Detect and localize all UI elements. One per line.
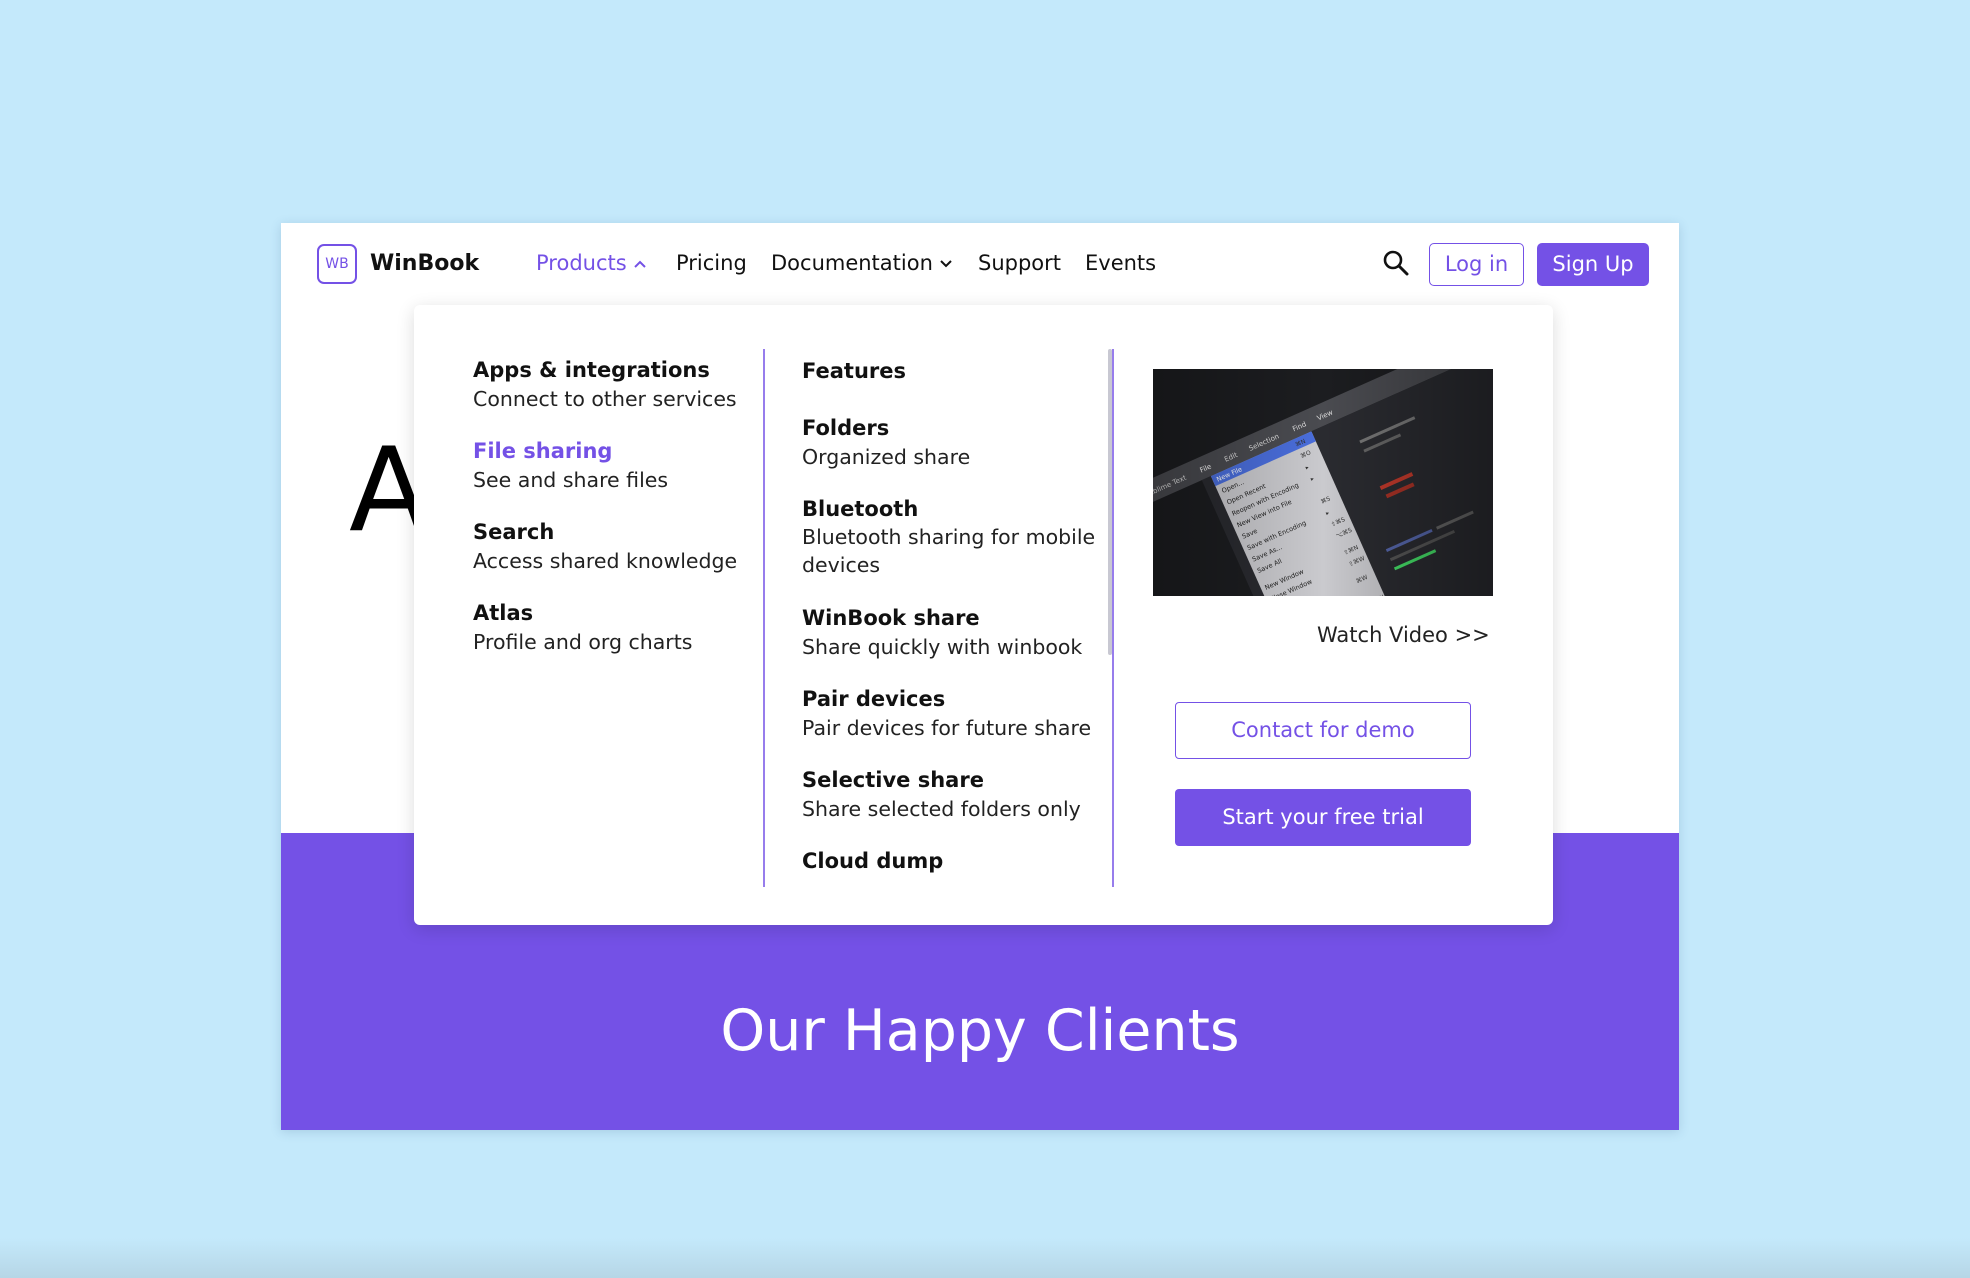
top-navigation: WB WinBook Products Pricing Documentatio… [281, 223, 1679, 306]
menu-item-description: Share quickly with winbook [802, 635, 1083, 660]
free-trial-button[interactable]: Start your free trial [1175, 789, 1471, 846]
nav-item-products[interactable]: Products [536, 251, 647, 275]
menu-item-description: Share selected folders only [802, 797, 1081, 822]
menu-item-file-sharing[interactable]: File sharing See and share files [473, 438, 668, 495]
menu-item-title: Search [473, 520, 555, 544]
nav-item-label: Products [536, 251, 627, 275]
clients-section-title: Our Happy Clients [720, 998, 1240, 1064]
logo-mark[interactable]: WB [317, 244, 357, 284]
menu-item-bluetooth[interactable]: Bluetooth Bluetooth sharing for mobile d… [802, 496, 1102, 580]
menu-item-description: Pair devices for future share [802, 716, 1092, 741]
menu-item-atlas[interactable]: Atlas Profile and org charts [473, 600, 692, 657]
nav-item-label: Documentation [771, 251, 933, 275]
menu-item-title: Pair devices [802, 687, 946, 711]
menu-item-apps-integrations[interactable]: Apps & integrations Connect to other ser… [473, 357, 737, 414]
menu-item-description: Profile and org charts [473, 630, 693, 655]
chevron-down-icon [940, 260, 952, 268]
menu-item-title: Folders [802, 416, 890, 440]
column-divider [1112, 349, 1114, 887]
features-column[interactable]: Features Folders Organized share Bluetoo… [802, 305, 1102, 887]
menu-item-title: File sharing [473, 439, 613, 463]
menu-item-selective-share[interactable]: Selective share Share selected folders o… [802, 767, 1081, 824]
search-icon[interactable] [1379, 246, 1413, 280]
nav-item-support[interactable]: Support [978, 251, 1061, 275]
menu-item-folders[interactable]: Folders Organized share [802, 415, 970, 472]
menu-item-title: Atlas [473, 601, 534, 625]
features-heading: Features [802, 359, 906, 383]
menu-item-pair-devices[interactable]: Pair devices Pair devices for future sha… [802, 686, 1091, 743]
menu-item-description: Connect to other services [473, 387, 737, 412]
menu-item-description: Bluetooth sharing for mobile devices [802, 525, 1096, 577]
code-editor-screenshot-image: Sublime TextFileEditSelectionFindView Ne… [1153, 369, 1493, 596]
video-thumbnail[interactable]: Sublime TextFileEditSelectionFindView Ne… [1153, 369, 1493, 596]
menu-item-winbook-share[interactable]: WinBook share Share quickly with winbook [802, 605, 1082, 662]
column-divider [763, 349, 765, 887]
login-button[interactable]: Log in [1429, 243, 1524, 286]
menu-item-title: Selective share [802, 768, 984, 792]
page-bottom-fade [0, 1238, 1970, 1278]
nav-item-documentation[interactable]: Documentation [771, 251, 953, 275]
contact-demo-button[interactable]: Contact for demo [1175, 702, 1471, 759]
nav-item-pricing[interactable]: Pricing [676, 251, 747, 275]
menu-item-title: Cloud dump [802, 849, 944, 873]
menu-item-title: Apps & integrations [473, 358, 710, 382]
nav-item-events[interactable]: Events [1085, 251, 1156, 275]
menu-item-description: Access shared knowledge [473, 549, 738, 574]
menu-item-description: See and share files [473, 468, 669, 493]
menu-item-title: Bluetooth [802, 497, 919, 521]
menu-item-title: WinBook share [802, 606, 980, 630]
menu-item-search[interactable]: Search Access shared knowledge [473, 519, 737, 576]
signup-button[interactable]: Sign Up [1537, 243, 1649, 286]
brand-name[interactable]: WinBook [370, 251, 479, 276]
menu-item-description: Organized share [802, 445, 971, 470]
chevron-up-icon [633, 260, 646, 268]
watch-video-link[interactable]: Watch Video >> [1317, 623, 1490, 647]
menu-item-cloud-dump[interactable]: Cloud dump [802, 848, 943, 876]
products-mega-menu: Apps & integrations Connect to other ser… [414, 305, 1553, 925]
